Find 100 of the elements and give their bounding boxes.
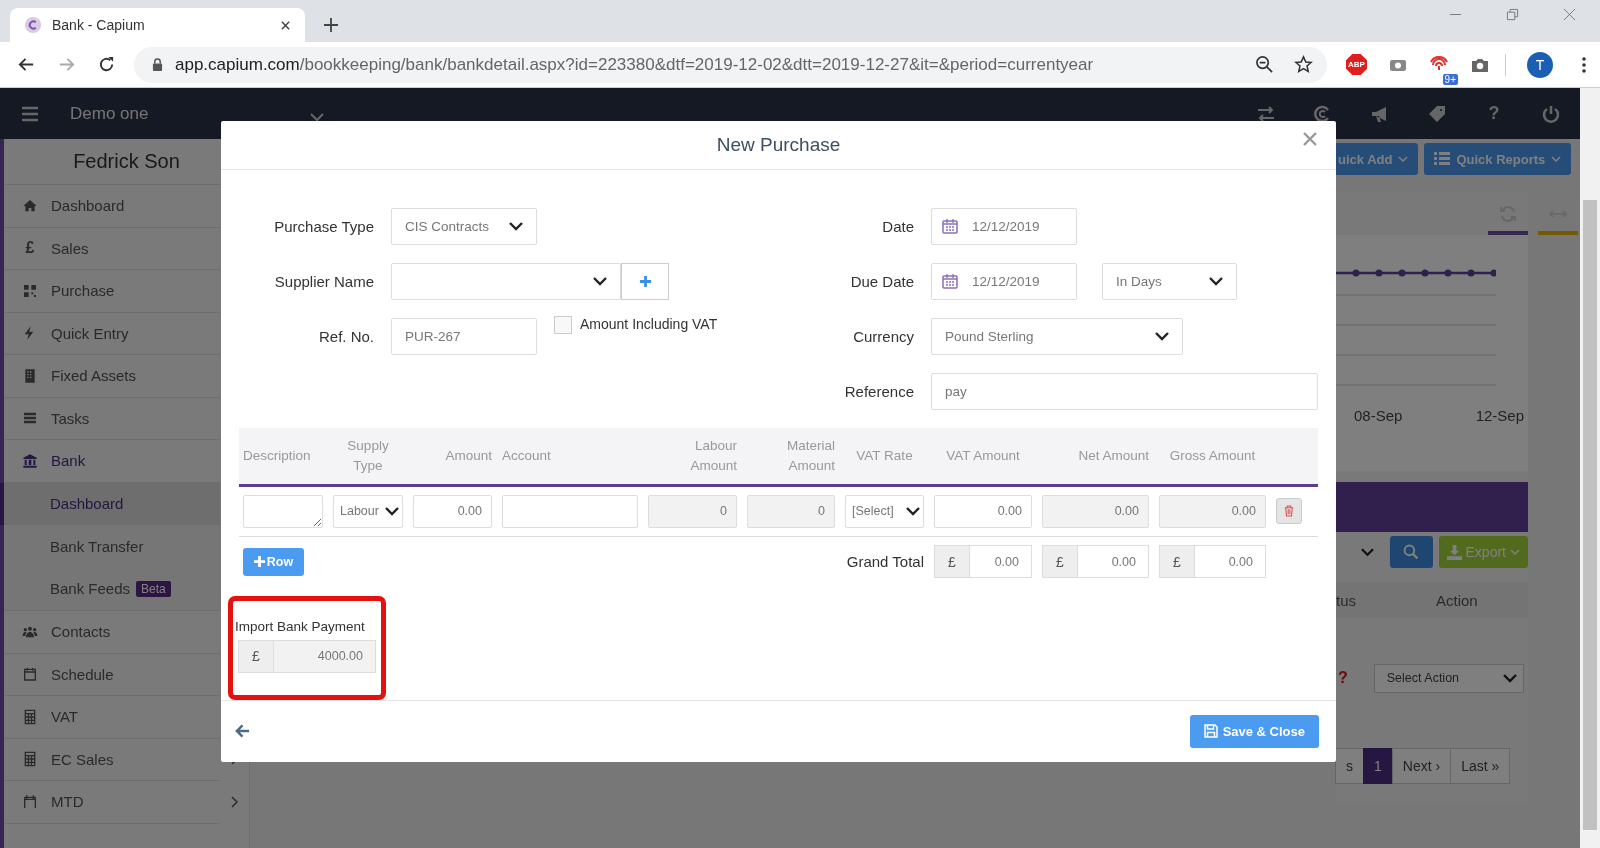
close-icon[interactable] — [280, 19, 291, 31]
total-field: £ 0.00 — [1159, 545, 1266, 579]
bank-icon — [22, 452, 38, 469]
chart-point — [1352, 269, 1360, 277]
sidebar-item[interactable]: MTD — [4, 781, 220, 824]
power-icon[interactable] — [1541, 103, 1561, 124]
adblock-icon[interactable]: ABP — [1346, 54, 1367, 75]
table-select[interactable]: [Select] — [845, 494, 924, 528]
list-icon — [1434, 152, 1451, 166]
calendar-icon — [942, 218, 958, 235]
calendar-icon — [22, 793, 38, 810]
chevron-down-icon — [1510, 549, 1520, 555]
scrollbar[interactable] — [1580, 88, 1600, 848]
tag-icon[interactable] — [1427, 103, 1447, 124]
total-field: £ 0.00 — [934, 545, 1032, 579]
total-field: £ 0.00 — [1042, 545, 1149, 579]
action-select[interactable]: Select Action — [1373, 663, 1524, 693]
axis-label: 08-Sep — [1354, 407, 1403, 424]
table-input[interactable]: 0.00 — [413, 494, 492, 528]
sidebar-item[interactable]: Fixed Assets — [4, 355, 220, 398]
sidebar-item[interactable]: Dashboard — [4, 185, 220, 228]
term-select[interactable]: In Days — [1102, 262, 1237, 300]
sidebar-item[interactable]: Bank — [4, 440, 220, 483]
chevron-down-icon — [1155, 331, 1169, 342]
add-button[interactable] — [621, 262, 669, 300]
calendar-icon — [22, 666, 38, 683]
trash-icon — [1284, 505, 1294, 518]
sidebar-subitem[interactable]: Bank Feeds Beta — [0, 567, 220, 610]
chevron-down-icon — [593, 276, 607, 287]
url-text: app.capium.com/bookkeeping/bank/bankdetail.aspx?id=223380&dtf=2019-12-02&dtt=2019-12-27&it=&period=currentyear — [175, 54, 1095, 75]
sidebar-subitem[interactable]: Dashboard — [0, 482, 220, 525]
field-label: Due Date — [849, 272, 914, 290]
column-header: VAT Rate — [855, 447, 914, 466]
chart-point — [1467, 269, 1475, 277]
purchase-type-select[interactable]: CIS Contracts — [391, 207, 537, 245]
sidebar-item[interactable]: Purchase — [4, 270, 220, 313]
column-header: Description — [243, 447, 312, 466]
sidebar-item[interactable]: £ Sales — [4, 227, 220, 270]
calendar-icon — [942, 273, 958, 290]
field-label: Supplier Name — [273, 272, 374, 290]
sidebar-item[interactable]: Schedule — [4, 653, 220, 696]
save-close-button[interactable]: Save & Close — [1189, 714, 1319, 748]
star-icon[interactable] — [1294, 55, 1313, 74]
browser-tab[interactable]: Bank - Capium — [10, 8, 305, 42]
quick-add-button[interactable]: uick Add — [1336, 143, 1419, 175]
restore-icon[interactable] — [1506, 7, 1519, 21]
chart-point — [1398, 269, 1406, 277]
chart-point — [1444, 269, 1452, 277]
column-header: VAT Amount — [945, 447, 1021, 466]
sidebar-item[interactable]: VAT — [4, 696, 220, 739]
sidebar-item[interactable]: Quick Entry — [4, 312, 220, 355]
column-header: Account — [502, 447, 552, 466]
page-button[interactable]: s — [1335, 748, 1364, 784]
column-header: tus — [1336, 591, 1357, 609]
add-row-button[interactable]: Row — [243, 547, 304, 576]
tab-title: Bank - Capium — [52, 17, 146, 33]
import-amount-field[interactable]: £ 4000.00 — [238, 639, 376, 673]
date-field[interactable]: 12/12/2019 — [931, 262, 1077, 300]
profile-avatar[interactable]: T — [1527, 51, 1553, 78]
pound-icon: £ — [22, 239, 38, 258]
checkbox-label: Amount Including VAT — [580, 315, 718, 332]
table-input[interactable]: 0.00 — [934, 494, 1032, 528]
date-field[interactable]: 12/12/2019 — [931, 207, 1077, 245]
zoom-out-icon[interactable] — [1255, 55, 1274, 74]
plus-icon — [638, 274, 652, 288]
delete-button[interactable] — [1276, 498, 1302, 525]
column-header: Gross Amount — [1168, 447, 1257, 466]
search-button[interactable] — [1389, 536, 1433, 568]
field-label: Reference — [843, 382, 914, 400]
chart-point — [1490, 269, 1496, 277]
reload-icon[interactable] — [97, 55, 116, 74]
address-bar[interactable]: app.capium.com/bookkeeping/bank/bankdetail.aspx?id=223380&dtf=2019-12-02&dtt=2019-12-27&it=&period=currentyear — [134, 46, 1327, 83]
page-button[interactable]: 1 — [1363, 748, 1393, 784]
table-select[interactable]: Labour — [333, 494, 403, 528]
save-icon — [1203, 724, 1218, 739]
description-field[interactable] — [243, 494, 323, 528]
notification-badge: 9+ — [1442, 73, 1458, 85]
help-icon[interactable]: ? — [1484, 103, 1504, 124]
ref-field[interactable]: PUR-267 — [391, 317, 537, 355]
chevron-down-icon — [509, 221, 523, 232]
checkbox[interactable] — [554, 315, 572, 334]
sidebar-item[interactable]: Contacts — [4, 611, 220, 654]
building-icon — [22, 367, 38, 384]
table-input[interactable] — [502, 494, 638, 528]
reference-field[interactable]: pay — [931, 372, 1318, 410]
chart-point — [1421, 269, 1429, 277]
quick-reports-button[interactable]: Quick Reports — [1424, 143, 1572, 175]
column-header: Supply Type — [346, 437, 390, 475]
column-header: Action — [1436, 591, 1478, 609]
page-button[interactable]: Last » — [1450, 748, 1511, 784]
page-button[interactable]: Next › — [1391, 748, 1452, 784]
new-tab-icon[interactable] — [323, 17, 339, 33]
back-arrow-icon[interactable] — [235, 724, 250, 739]
currency-select[interactable]: Pound Sterling — [931, 317, 1183, 355]
exchange-icon[interactable] — [1256, 103, 1276, 124]
sidebar-subitem[interactable]: Bank Transfer — [0, 525, 220, 568]
modal-title: New Purchase — [716, 133, 841, 156]
sidebar-item[interactable]: Tasks — [4, 397, 220, 440]
home-icon — [22, 197, 38, 214]
chevron-down-icon — [1398, 156, 1409, 162]
